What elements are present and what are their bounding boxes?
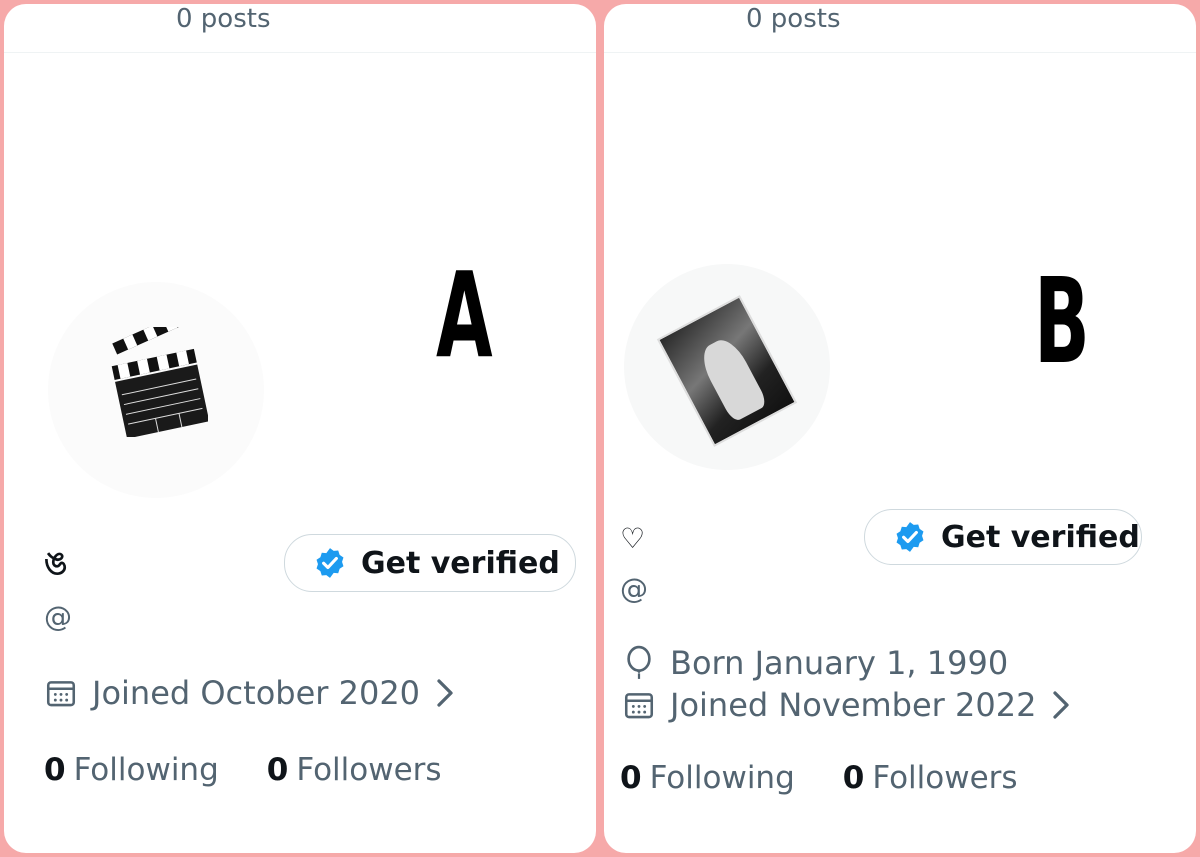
following-label: Following <box>73 752 219 788</box>
get-verified-label: Get verified <box>361 545 560 581</box>
verified-badge-icon <box>896 522 924 552</box>
followers-count: 0 <box>266 752 289 788</box>
following-link[interactable]: 0 Following <box>44 752 219 788</box>
followers-label: Followers <box>296 752 442 788</box>
calendar-icon <box>46 681 76 707</box>
panel-label: A <box>436 246 493 384</box>
followers-link[interactable]: 0 Followers <box>267 752 442 788</box>
magazine-cover-image <box>656 295 798 447</box>
display-name: ♡ <box>620 522 646 555</box>
birth-date-row: Born January 1, 1990 <box>622 644 1008 682</box>
header-divider <box>4 52 596 53</box>
profile-panel-a: 0 posts A ঙ Get verified @ Joined Octobe… <box>4 4 596 853</box>
follow-stats: 0 Following 0 Followers <box>44 752 490 788</box>
profile-panel-b: 0 posts B ♡ Get verified @ Born January … <box>604 4 1196 853</box>
following-count: 0 <box>44 752 66 788</box>
get-verified-button[interactable]: Get verified <box>864 509 1142 565</box>
balloon-icon <box>627 645 651 679</box>
get-verified-button[interactable]: Get verified <box>284 534 576 592</box>
chevron-right-icon <box>437 679 453 707</box>
joined-date-row[interactable]: Joined October 2020 <box>44 674 470 712</box>
followers-label: Followers <box>872 760 1018 796</box>
post-count: 0 posts <box>176 4 271 34</box>
display-name: ঙ <box>44 544 68 582</box>
avatar[interactable] <box>624 264 830 470</box>
post-count: 0 posts <box>746 4 841 34</box>
joined-date-row[interactable]: Joined November 2022 <box>622 686 1086 724</box>
followers-count: 0 <box>842 760 865 796</box>
joined-date: Joined November 2022 <box>670 686 1037 724</box>
verified-badge-icon <box>316 548 344 578</box>
username-handle: @ <box>44 600 72 633</box>
get-verified-label: Get verified <box>941 519 1140 555</box>
following-count: 0 <box>620 760 642 796</box>
birth-date: Born January 1, 1990 <box>670 644 1009 682</box>
chevron-right-icon <box>1053 691 1070 719</box>
following-link[interactable]: 0 Following <box>620 760 795 796</box>
following-label: Following <box>649 760 795 796</box>
follow-stats: 0 Following 0 Followers <box>620 760 1066 796</box>
cover-figure <box>695 333 769 424</box>
calendar-icon <box>624 693 654 719</box>
clapperboard-icon <box>111 327 208 437</box>
followers-link[interactable]: 0 Followers <box>843 760 1018 796</box>
joined-date: Joined October 2020 <box>92 674 421 712</box>
header-divider <box>604 52 1196 53</box>
panel-label: B <box>1034 252 1090 390</box>
avatar[interactable] <box>48 282 264 498</box>
username-handle: @ <box>620 572 648 605</box>
